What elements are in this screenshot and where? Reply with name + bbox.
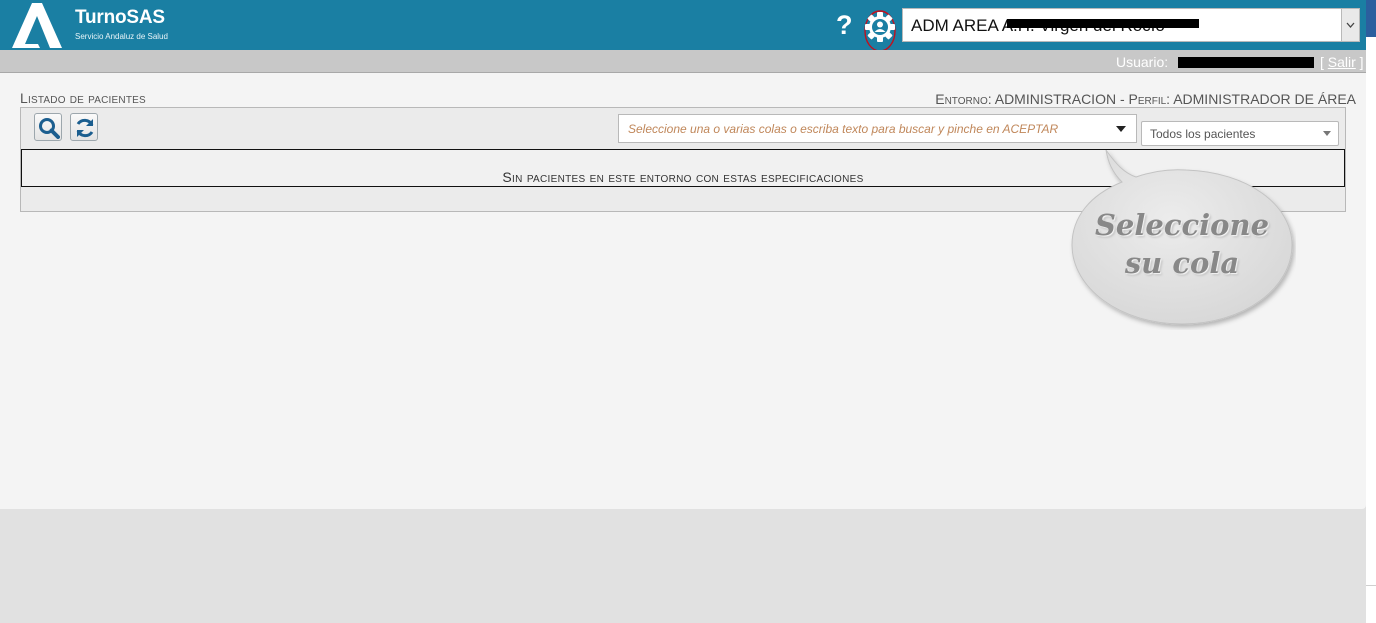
- scrollbar-divider: [1366, 585, 1376, 586]
- user-label: Usuario:: [1116, 54, 1169, 70]
- patient-filter-select[interactable]: Todos los pacientes: [1141, 121, 1339, 146]
- logout-wrapper: [ Salir ]: [1320, 54, 1364, 70]
- help-icon[interactable]: ?: [836, 9, 853, 41]
- environment-info: Entorno: ADMINISTRACION - Perfil: ADMINI…: [935, 91, 1356, 107]
- redaction-mark: [1178, 57, 1314, 68]
- callout-bubble: Seleccione su cola: [1068, 150, 1296, 330]
- callout-line-2: su cola: [1124, 246, 1240, 280]
- environment-select-arrow[interactable]: [1341, 9, 1359, 41]
- chevron-down-icon[interactable]: [1116, 126, 1126, 132]
- environment-select[interactable]: ADM AREA A.H. Virgen del Rocío: [902, 8, 1360, 42]
- user-bar: Usuario: [ Salir ]: [0, 50, 1366, 73]
- patient-filter-value: Todos los pacientes: [1150, 127, 1256, 141]
- page-title: Listado de pacientes: [20, 90, 146, 106]
- chevron-down-icon: [1323, 131, 1331, 136]
- gear-user-icon[interactable]: [862, 7, 902, 53]
- redaction-mark: [1007, 19, 1199, 28]
- header-bar: TurnoSAS Servicio Andaluz de Salud ? ADM…: [0, 0, 1366, 53]
- logo-a-icon: [12, 3, 62, 48]
- queue-search-input[interactable]: Seleccione una o varias colas o escriba …: [618, 114, 1137, 143]
- chevron-down-icon: [1346, 22, 1355, 28]
- window-scrollbar[interactable]: [1366, 0, 1376, 623]
- scrollbar-thumb[interactable]: [1366, 0, 1376, 37]
- search-button[interactable]: [34, 113, 62, 141]
- search-icon: [39, 118, 60, 139]
- refresh-button[interactable]: [70, 113, 98, 141]
- callout-line-1: Seleccione: [1094, 208, 1270, 242]
- app-brand: TurnoSAS: [75, 7, 165, 28]
- logout-link[interactable]: Salir: [1328, 54, 1356, 70]
- refresh-icon: [76, 118, 94, 138]
- queue-search-placeholder: Seleccione una o varias colas o escriba …: [628, 122, 1059, 136]
- app-subtitle: Servicio Andaluz de Salud: [75, 32, 168, 41]
